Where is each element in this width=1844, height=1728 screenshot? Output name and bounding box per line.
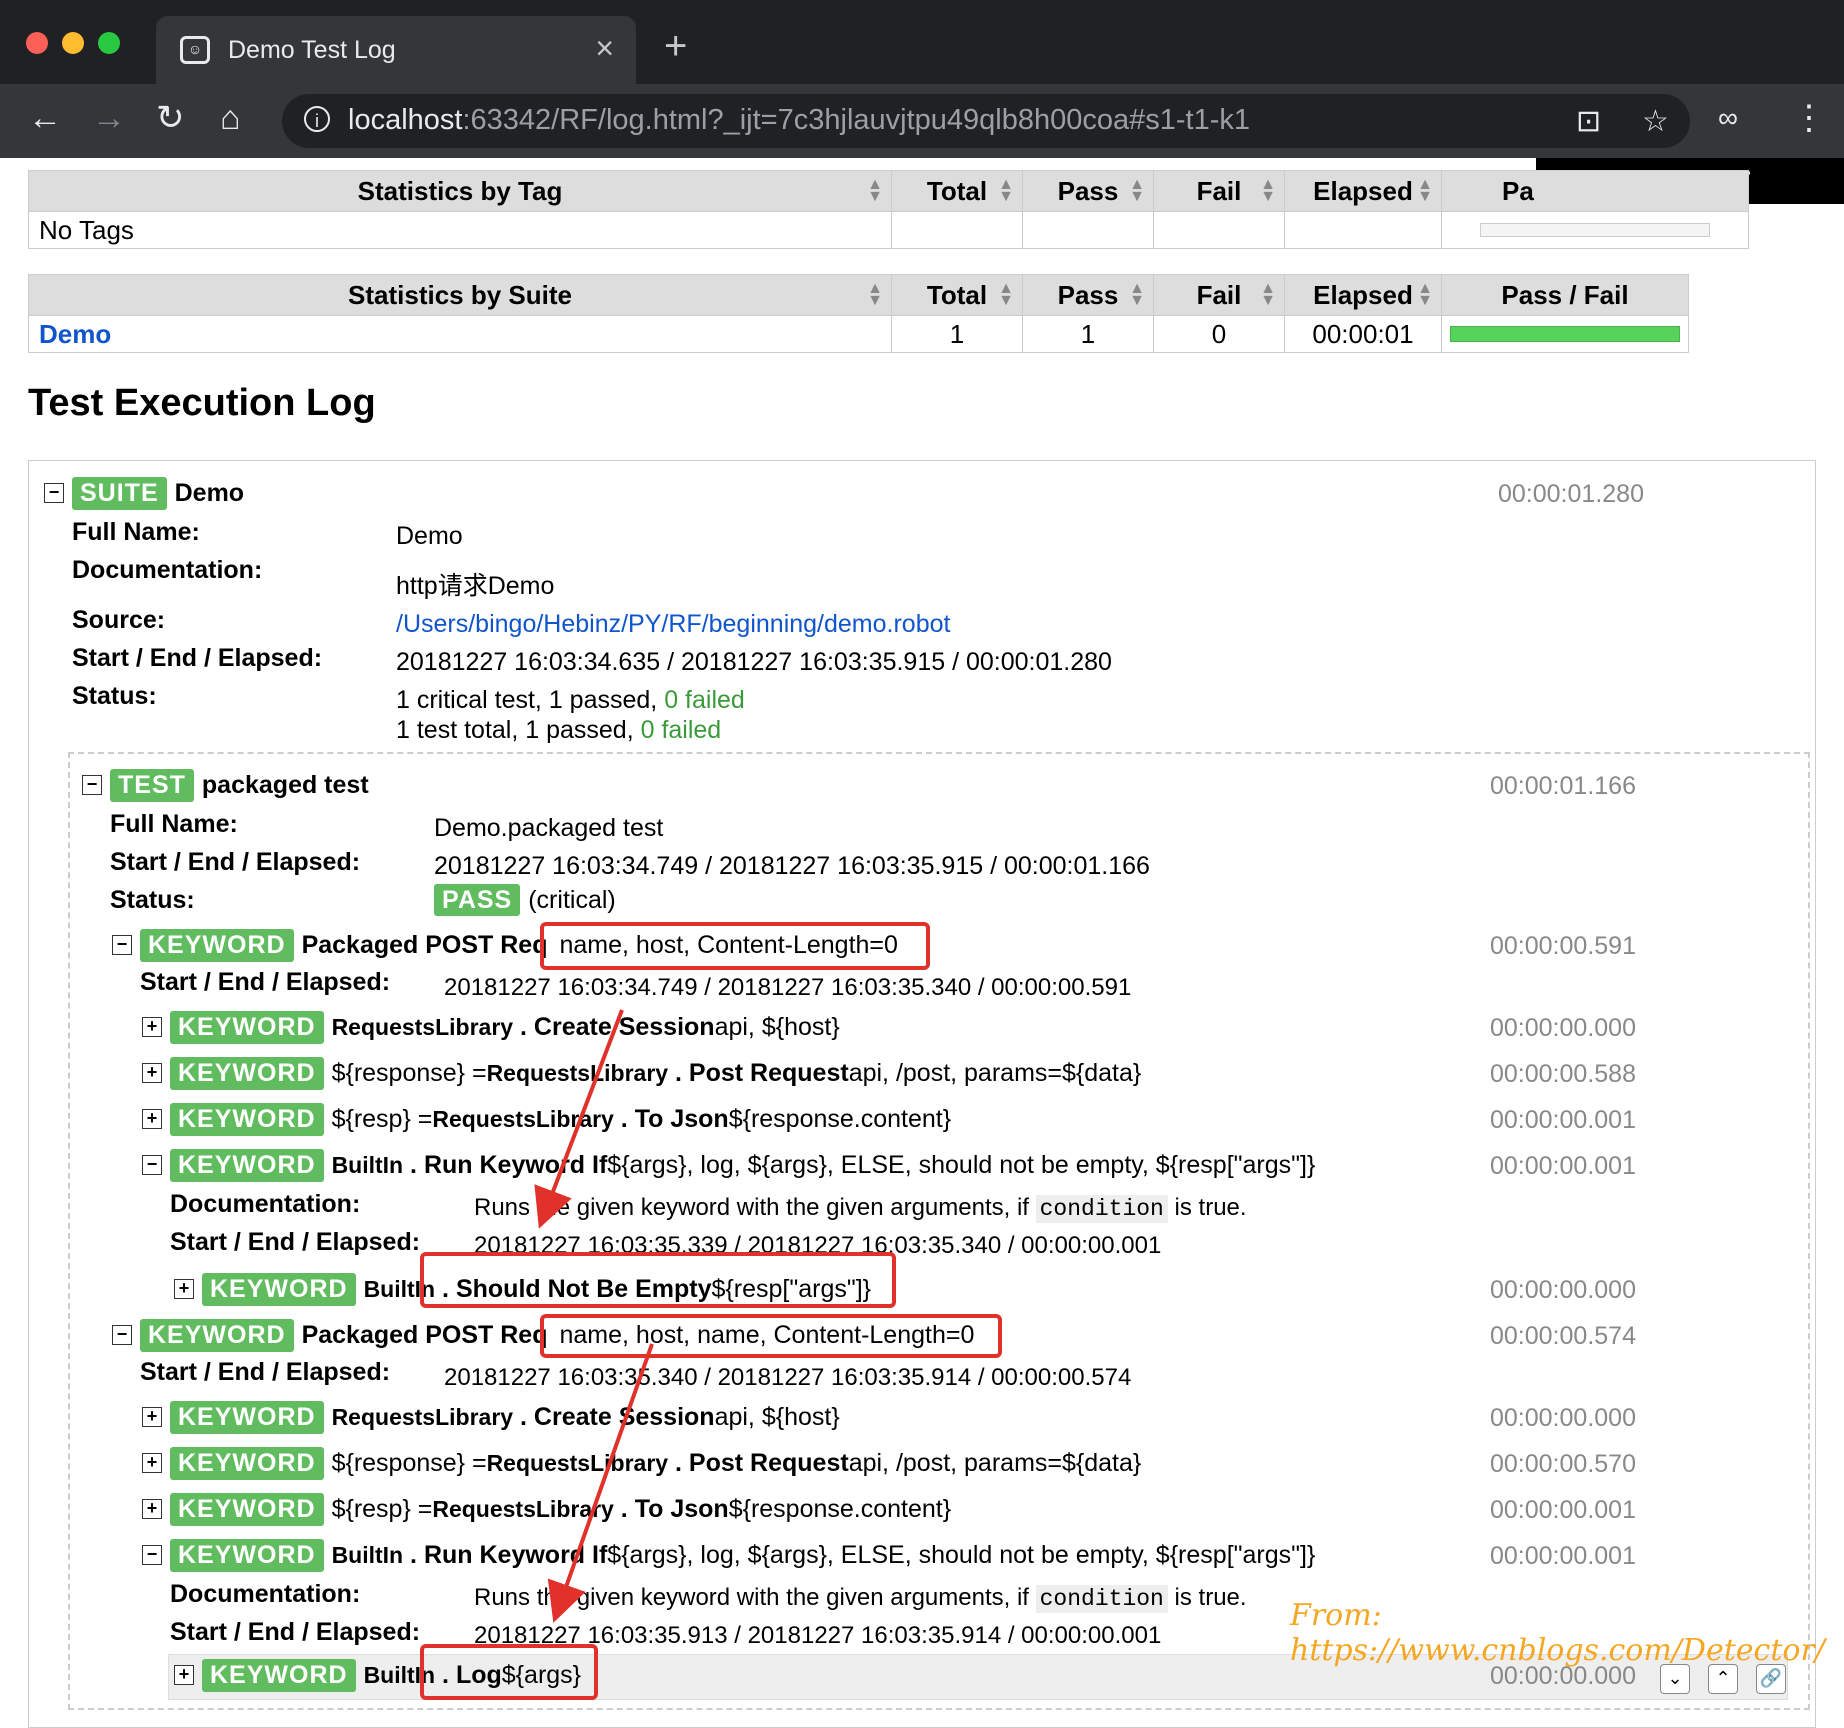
annotation-arrows [534, 1009, 654, 1623]
annotation-arrow [547, 1343, 654, 1623]
annotation-arrow [534, 1009, 624, 1229]
watermark: From: https://www.cnblogs.com/Detector/ [1290, 1598, 1825, 1668]
